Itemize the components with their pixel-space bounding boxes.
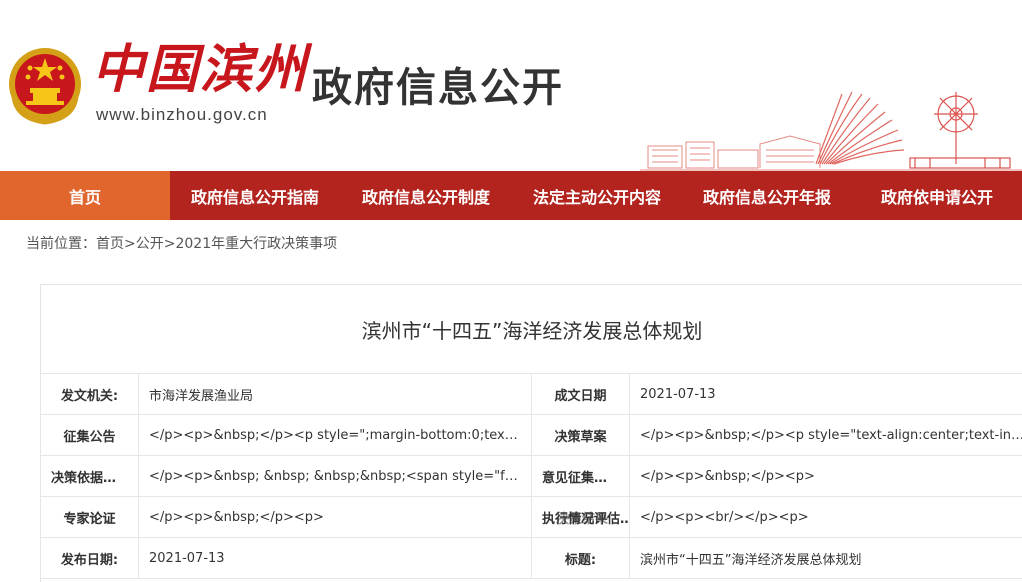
breadcrumb-home[interactable]: 首页 [96, 236, 124, 252]
feedback-label: 意见征集反馈 [531, 455, 630, 497]
document-meta-table: 发文机关: 市海洋发展渔业局 成文日期 2021-07-13 征集公告 </p>… [40, 373, 1022, 579]
nav-item-guide[interactable]: 政府信息公开指南 [170, 171, 340, 220]
created-date-value: 2021-07-13 [629, 373, 1022, 415]
publish-date-value: 2021-07-13 [138, 537, 532, 579]
notice-value: </p><p>&nbsp;</p><p style=";margin-botto… [138, 414, 532, 456]
table-row: 征集公告 </p><p>&nbsp;</p><p style=";margin-… [40, 414, 1022, 456]
table-row: 专家论证 专家论证 </p><p>&nbsp;</p><p> 执行情况评估 决策结果… [40, 496, 1022, 538]
site-header: 中国滨州 www.binzhou.gov.cn 政府信息公开 [0, 0, 1022, 171]
nav-item-annual-report[interactable]: 政府信息公开年报 [682, 171, 852, 220]
execution-eval-value: </p><p><br/></p><p> [629, 496, 1022, 538]
document-panel: 滨州市“十四五”海洋经济发展总体规划 发文机关: 市海洋发展渔业局 成文日期 2… [40, 284, 1022, 582]
created-date-label: 成文日期 [531, 373, 630, 415]
document-title: 滨州市“十四五”海洋经济发展总体规划 [361, 318, 703, 343]
city-skyline-decoration [640, 91, 1022, 171]
table-row: 发布日期: 2021-07-13 标题: 滨州市“十四五”海洋经济发展总体规划 [40, 537, 1022, 579]
issuer-value: 市海洋发展渔业局 [138, 373, 532, 415]
breadcrumb-open[interactable]: 公开 [136, 236, 164, 252]
breadcrumb-section[interactable]: 2021年重大行政决策事项 [175, 236, 337, 252]
draft-label: 决策草案 [531, 414, 630, 456]
subject-value: 滨州市“十四五”海洋经济发展总体规划 [629, 537, 1022, 579]
execution-eval-label: 执行情况评估 决策结果 [531, 496, 630, 538]
decision-result-label-overlap: 决策结果 [556, 511, 609, 527]
site-url: www.binzhou.gov.cn [96, 105, 268, 124]
main-nav: 首页 政府信息公开指南 政府信息公开制度 法定主动公开内容 政府信息公开年报 政… [0, 171, 1022, 220]
table-row: 发文机关: 市海洋发展渔业局 成文日期 2021-07-13 [40, 373, 1022, 415]
basis-value: </p><p>&nbsp; &nbsp; &nbsp;&nbsp;<span s… [138, 455, 532, 497]
subject-label: 标题: [531, 537, 630, 579]
breadcrumb-prefix: 当前位置： [26, 236, 96, 252]
table-row: 决策依据及草 </p><p>&nbsp; &nbsp; &nbsp;&nbsp;… [40, 455, 1022, 497]
feedback-value: </p><p>&nbsp;</p><p> [629, 455, 1022, 497]
national-emblem-icon [9, 48, 81, 125]
draft-value: </p><p>&nbsp;</p><p style="text-align:ce… [629, 414, 1022, 456]
issuer-label: 发文机关: [40, 373, 139, 415]
nav-item-apply-disclosure[interactable]: 政府依申请公开 [852, 171, 1022, 220]
breadcrumb-separator: > [124, 236, 136, 252]
site-logo-text[interactable]: 中国滨州 [92, 40, 308, 100]
publish-date-label: 发布日期: [40, 537, 139, 579]
nav-item-statutory-content[interactable]: 法定主动公开内容 [512, 171, 682, 220]
expert-review-label-overlap: 专家论证 [63, 511, 116, 527]
page-title: 政府信息公开 [312, 65, 564, 111]
notice-label: 征集公告 [40, 414, 139, 456]
expert-review-label: 专家论证 专家论证 [40, 496, 139, 538]
breadcrumb-separator: > [163, 236, 176, 252]
nav-item-system[interactable]: 政府信息公开制度 [340, 171, 512, 220]
nav-item-home[interactable]: 首页 [0, 171, 170, 220]
breadcrumb: 当前位置：首页>公开>2021年重大行政决策事项 [26, 233, 337, 253]
basis-label: 决策依据及草 [40, 455, 139, 497]
expert-review-value: </p><p>&nbsp;</p><p> [138, 496, 532, 538]
